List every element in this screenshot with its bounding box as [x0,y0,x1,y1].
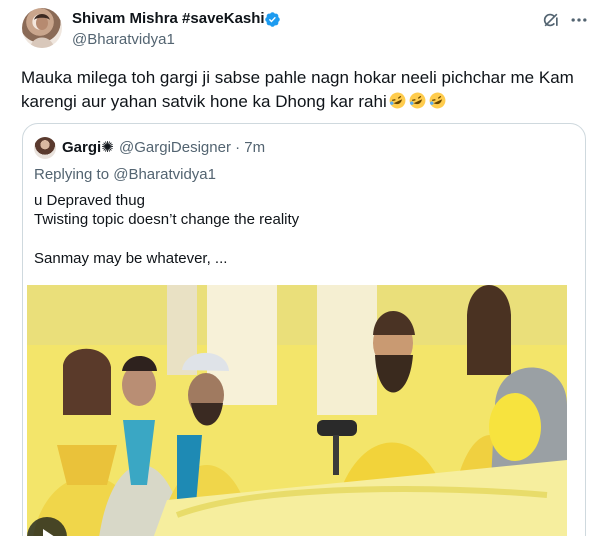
tweet[interactable]: Shivam Mishra #saveKashi @Bharatvidya1 M… [0,0,616,536]
author-name[interactable]: Shivam Mishra #saveKashi [72,9,265,29]
quote-tweet-card[interactable]: Gargi✺ @GargiDesigner · 7m Replying to @… [22,123,586,536]
tweet-text: Mauka milega toh gargi ji sabse pahle na… [21,66,601,114]
media-play-button[interactable] [27,517,67,536]
verified-badge-icon [265,12,280,27]
quote-author-avatar[interactable] [34,137,56,159]
quote-text-line: u Depraved thug [34,192,145,209]
laughing-emoji-icon [429,92,446,109]
quote-text-line: Sanmay may be whatever, ... [34,250,228,267]
more-icon[interactable] [569,10,589,30]
laughing-emoji-icon [409,92,426,109]
author-avatar[interactable] [22,8,62,48]
play-icon [43,529,54,536]
tweet-text-body: Mauka milega toh gargi ji sabse pahle na… [21,68,574,111]
grok-icon[interactable] [541,10,561,30]
author-handle[interactable]: @Bharatvidya1 [72,30,175,50]
media-scene [27,285,567,536]
quote-author-name[interactable]: Gargi✺ [62,138,114,158]
quote-author-handle[interactable]: @GargiDesigner · 7m [119,138,265,158]
quote-replying-to[interactable]: Replying to @Bharatvidya1 [34,165,216,185]
quote-text-line: Twisting topic doesn’t change the realit… [34,211,300,228]
quote-media-image[interactable] [27,285,567,536]
laughing-emoji-icon [389,92,406,109]
